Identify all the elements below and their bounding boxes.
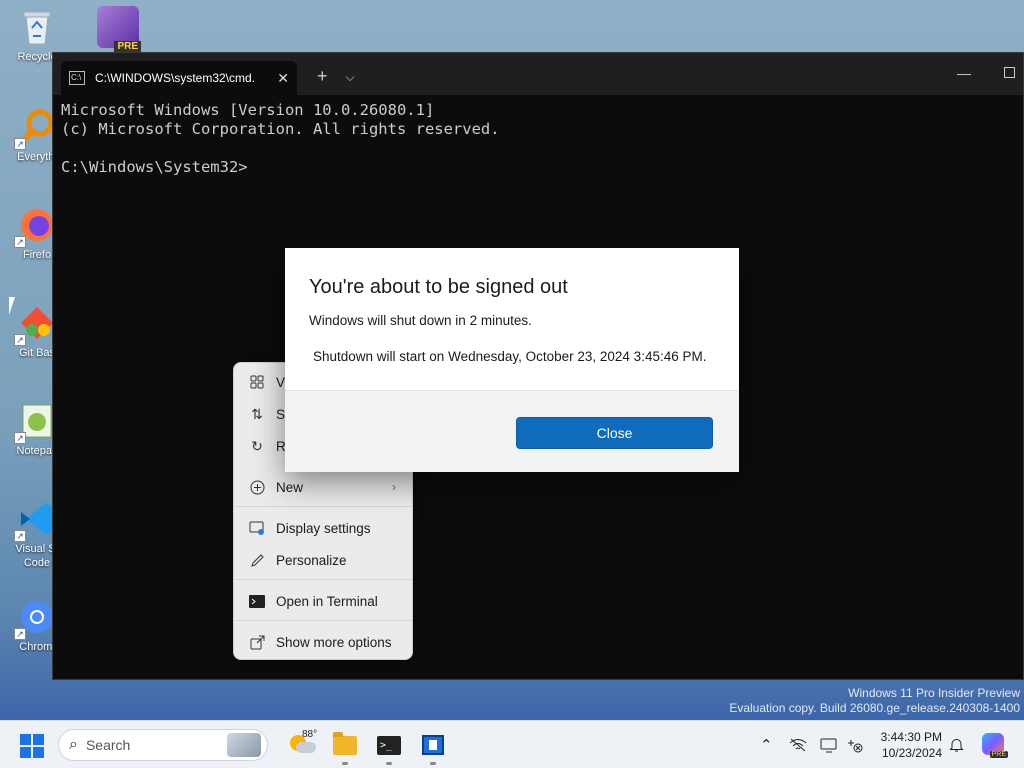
- watermark-line: Windows 11 Pro Insider Preview: [848, 686, 1020, 700]
- app-window-icon: [422, 735, 444, 755]
- cmd-icon: C:\: [69, 71, 85, 85]
- weather-widget[interactable]: 88°: [288, 729, 322, 763]
- shortcut-arrow-icon: ↗: [14, 432, 26, 444]
- dialog-title: You're about to be signed out: [309, 276, 568, 298]
- tab-title: C:\WINDOWS\system32\cmd.: [95, 71, 256, 85]
- chevron-right-icon: ›: [392, 480, 396, 494]
- copilot-icon[interactable]: PRE: [982, 733, 1008, 758]
- dialog-message: Windows will shut down in 2 minutes.: [309, 313, 532, 328]
- cloud-icon: [296, 742, 316, 753]
- watermark-line: Evaluation copy. Build 26080.ge_release.…: [729, 701, 1020, 715]
- search-highlight-image: [227, 733, 261, 757]
- taskbar-file-explorer[interactable]: [329, 729, 361, 765]
- pen-icon: [248, 551, 266, 569]
- terminal-line: (c) Microsoft Corporation. All rights re…: [61, 120, 500, 138]
- clock-date: 10/23/2024: [881, 746, 942, 760]
- terminal-prompt: C:\Windows\System32>: [61, 158, 248, 176]
- shortcut-arrow-icon: ↗: [14, 138, 26, 150]
- preview-badge: PRE: [114, 41, 141, 52]
- taskbar-search[interactable]: ⌕ Search: [58, 729, 268, 761]
- shortcut-arrow-icon: ↗: [14, 530, 26, 542]
- terminal-titlebar[interactable]: C:\ C:\WINDOWS\system32\cmd. ✕ + ⌵ —: [53, 53, 1023, 95]
- open-external-icon: [248, 633, 266, 651]
- taskbar: ⌕ Search 88° >_ ⌃ 3:44:30 PM 10/23/2024 …: [0, 720, 1024, 768]
- terminal-icon: >_: [377, 735, 401, 755]
- menu-divider: [234, 506, 412, 507]
- copilot-preview-badge: PRE: [989, 751, 1008, 758]
- recycle-bin-icon: [16, 6, 58, 48]
- running-indicator: [430, 762, 436, 765]
- terminal-icon: [248, 592, 266, 610]
- terminal-output[interactable]: Microsoft Windows [Version 10.0.26080.1]…: [53, 95, 1023, 183]
- close-button[interactable]: Close: [516, 417, 713, 449]
- minimize-button[interactable]: —: [957, 65, 971, 81]
- menu-item-personalize[interactable]: Personalize: [234, 546, 412, 574]
- display-settings-icon: [248, 519, 266, 537]
- running-indicator: [386, 762, 392, 765]
- menu-item-label: V: [276, 374, 286, 390]
- menu-item-label: Open in Terminal: [276, 593, 378, 609]
- search-placeholder: Search: [85, 737, 131, 753]
- menu-item-show-more-options[interactable]: Show more options: [234, 628, 412, 656]
- windows-logo-icon: [20, 734, 31, 745]
- running-indicator: [342, 762, 348, 765]
- new-tab-button[interactable]: +: [317, 66, 328, 87]
- taskbar-clock[interactable]: 3:44:30 PM 10/23/2024: [876, 729, 942, 761]
- menu-item-label: Personalize: [276, 552, 347, 568]
- show-hidden-icons-chevron-icon[interactable]: ⌃: [760, 721, 773, 768]
- evaluation-watermark: Windows 11 Pro Insider Preview Evaluatio…: [729, 686, 1020, 716]
- menu-divider: [234, 579, 412, 580]
- shortcut-arrow-icon: ↗: [14, 628, 26, 640]
- menu-item-label: Show more options: [276, 634, 392, 650]
- network-offline-icon[interactable]: [789, 721, 807, 768]
- taskbar-app-blue[interactable]: [417, 729, 449, 765]
- visual-studio-preview-icon: PRE: [97, 6, 141, 52]
- clock-time: 3:44:30 PM: [880, 730, 942, 744]
- search-icon: ⌕: [69, 736, 78, 753]
- tab-close-icon[interactable]: ✕: [277, 70, 289, 87]
- mouse-cursor-icon: [9, 297, 21, 315]
- sort-icon: ⇅: [251, 405, 263, 422]
- terminal-line: Microsoft Windows [Version 10.0.26080.1]: [61, 101, 435, 119]
- menu-item-display-settings[interactable]: Display settings: [234, 514, 412, 542]
- menu-item-open-in-terminal[interactable]: Open in Terminal: [234, 587, 412, 615]
- shortcut-arrow-icon: ↗: [14, 334, 26, 346]
- weather-temperature: 88°: [302, 729, 318, 740]
- menu-item-label: New: [276, 479, 304, 495]
- tab-dropdown-chevron-icon[interactable]: ⌵: [346, 70, 355, 85]
- menu-item-label: Display settings: [276, 520, 371, 536]
- view-grid-icon: [248, 373, 266, 391]
- terminal-tab[interactable]: C:\ C:\WINDOWS\system32\cmd. ✕: [61, 61, 297, 95]
- shortcut-arrow-icon: ↗: [14, 236, 26, 248]
- menu-divider: [234, 620, 412, 621]
- accessibility-icon[interactable]: [846, 721, 864, 768]
- new-plus-icon: [248, 478, 266, 496]
- dialog-detail: Shutdown will start on Wednesday, Octobe…: [313, 349, 707, 364]
- display-icon[interactable]: [820, 721, 838, 768]
- folder-icon: [333, 731, 357, 755]
- refresh-icon: ↻: [251, 437, 263, 454]
- menu-item-new[interactable]: New ›: [234, 473, 412, 501]
- maximize-button[interactable]: [1004, 67, 1015, 78]
- notifications-bell-icon[interactable]: [949, 721, 964, 768]
- taskbar-terminal[interactable]: >_: [373, 729, 405, 765]
- dialog-footer: Close: [285, 390, 739, 472]
- start-button[interactable]: [20, 734, 44, 758]
- menu-item-label: S: [276, 406, 286, 422]
- sign-out-dialog: You're about to be signed out Windows wi…: [285, 248, 739, 472]
